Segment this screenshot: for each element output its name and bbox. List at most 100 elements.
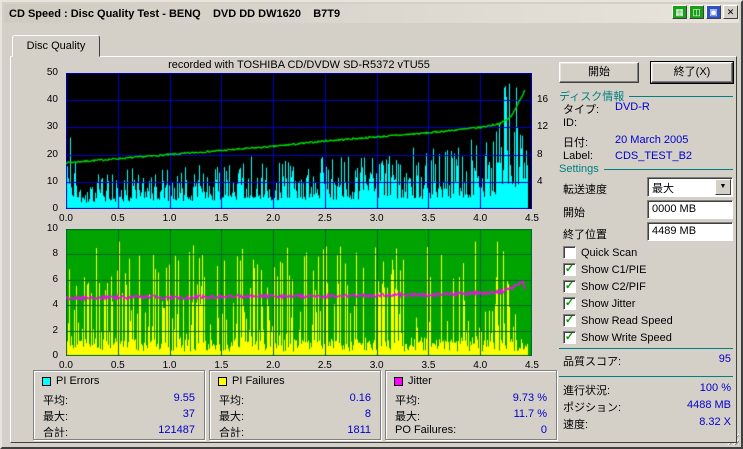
checkbox-show-c1-pie[interactable]: ✓ Show C1/PIE: [563, 263, 646, 276]
checkbox-show-c2-pif[interactable]: ✓ Show C2/PIF: [563, 280, 646, 293]
axis-tick-label: 3.5: [421, 213, 436, 224]
screenshot-icon[interactable]: ▣: [706, 5, 721, 19]
stat-label: 平均:: [43, 395, 69, 407]
quality-score-value: 95: [718, 353, 731, 365]
axis-tick-label: 12: [537, 121, 549, 133]
axis-tick-label: 1.0: [162, 213, 177, 224]
tab-disc-quality[interactable]: Disc Quality: [12, 35, 100, 57]
disc-id-label: ID:: [563, 117, 578, 129]
app-window: CD Speed : Disc Quality Test - BENQ DVD …: [0, 0, 743, 449]
axis-tick-label: 4.0: [473, 213, 488, 224]
axis-tick-label: 1.5: [214, 360, 229, 371]
pi-errors-color-swatch: [42, 376, 51, 386]
chart-icon[interactable]: ▦: [672, 5, 687, 19]
save-icon[interactable]: ◫: [689, 5, 704, 19]
stat-value: 9.73 %: [512, 392, 547, 404]
progress-status-value: 100 %: [699, 382, 731, 394]
title-bar[interactable]: CD Speed : Disc Quality Test - BENQ DVD …: [4, 4, 739, 23]
axis-tick-label: 4: [537, 175, 543, 187]
stat-value: 1811: [347, 424, 371, 436]
checkbox-box[interactable]: ✓: [563, 314, 576, 327]
transfer-speed-label: 転送速度: [563, 184, 607, 196]
start-position-field[interactable]: 0000 MB: [647, 200, 733, 219]
chevron-down-icon[interactable]: ▼: [715, 179, 731, 195]
end-position-value: 4489 MB: [652, 225, 697, 237]
pi-failures-stats-box: PI Failures 平均: 0.16 最大: 8 合計: 1811: [209, 370, 381, 440]
axis-tick-label: 4.5: [525, 360, 539, 371]
stat-label: 最大:: [43, 411, 69, 423]
close-button[interactable]: ✕: [723, 5, 738, 19]
stats-box-title: PI Failures: [232, 375, 285, 387]
checkbox-label: Show Write Speed: [581, 331, 672, 344]
start-position-value: 0000 MB: [652, 203, 697, 215]
stat-label: 最大:: [395, 411, 421, 423]
checkbox-quick-scan[interactable]: Quick Scan: [563, 246, 637, 259]
axis-tick-label: 40: [46, 94, 58, 106]
speed-value: 8.32 X: [699, 416, 731, 428]
axis-tick-label: 3.0: [369, 213, 384, 224]
quality-score-row: 品質スコア: 95: [563, 353, 731, 369]
transfer-speed-select[interactable]: 最大 ▼: [647, 177, 733, 197]
checkbox-box[interactable]: [563, 246, 576, 259]
start-position-label: 開始: [563, 207, 585, 219]
disc-date-value: 20 March 2005: [615, 134, 689, 146]
axis-tick-label: 0.0: [59, 213, 73, 224]
stat-label: 合計:: [43, 427, 69, 439]
stat-label: 合計:: [219, 427, 245, 439]
progress-status-label: 進行状況:: [563, 385, 611, 397]
pi-failures-color-swatch: [218, 376, 227, 386]
pi-errors-stats-box: PI Errors 平均: 9.55 最大: 37 合計: 121487: [33, 370, 205, 440]
position-label: ポジション:: [563, 402, 622, 414]
recorded-with-text: recorded with TOSHIBA CD/DVDW SD-R5372 v…: [168, 59, 430, 71]
axis-tick-label: 20: [46, 148, 58, 160]
pi-failures-chart: [66, 229, 532, 356]
checkbox-label: Quick Scan: [581, 246, 638, 259]
stats-box-title: PI Errors: [56, 375, 100, 387]
checkbox-box[interactable]: ✓: [563, 280, 576, 293]
axis-tick-label: 50: [46, 67, 58, 78]
axis-tick-label: 1.5: [214, 213, 229, 224]
stat-value: 0.16: [349, 392, 371, 404]
axis-tick-label: 2: [52, 324, 58, 336]
axis-tick-label: 8: [52, 248, 58, 260]
stat-value: 0: [540, 424, 547, 436]
stat-value: 9.55: [173, 392, 195, 404]
position-row: ポジション: 4488 MB: [563, 399, 731, 415]
checkbox-label: Show C1/PIE: [581, 263, 647, 276]
speed-label: 速度:: [563, 419, 589, 431]
axis-tick-label: 3.0: [369, 360, 384, 371]
checkbox-label: Show C2/PIF: [581, 280, 646, 293]
stats-box-title: Jitter: [408, 375, 432, 387]
separator: [559, 376, 733, 377]
disc-type-label: タイプ:: [563, 104, 600, 116]
checkbox-label: Show Jitter: [581, 297, 636, 310]
checkbox-show-write-speed[interactable]: ✓ Show Write Speed: [563, 331, 672, 344]
speed-row: 速度: 8.32 X: [563, 416, 731, 432]
exit-button[interactable]: 終了(X): [651, 62, 733, 83]
axis-tick-label: 4.5: [525, 213, 539, 224]
checkbox-box[interactable]: ✓: [563, 297, 576, 310]
progress-status-row: 進行状況: 100 %: [563, 382, 731, 398]
start-button[interactable]: 開始: [559, 62, 639, 83]
quality-score-label: 品質スコア:: [563, 356, 622, 368]
jitter-legend: Jitter: [394, 375, 432, 387]
axis-tick-label: 2.0: [266, 360, 281, 371]
stat-value: 121487: [158, 424, 195, 436]
axis-tick-label: 0.0: [59, 360, 73, 371]
checkbox-show-jitter[interactable]: ✓ Show Jitter: [563, 297, 635, 310]
separator: [559, 348, 733, 349]
stat-label: PO Failures:: [395, 424, 457, 436]
stat-value: 37: [182, 408, 195, 420]
axis-tick-label: 8: [537, 148, 543, 160]
checkbox-box[interactable]: ✓: [563, 331, 576, 344]
axis-tick-label: 16: [537, 94, 549, 106]
disc-label-value: CDS_TEST_B2: [615, 150, 693, 162]
tab-page: recorded with TOSHIBA CD/DVDW SD-R5372 v…: [10, 56, 737, 443]
checkbox-show-read-speed[interactable]: ✓ Show Read Speed: [563, 314, 673, 327]
axis-tick-label: 6: [52, 273, 58, 285]
end-position-field[interactable]: 4489 MB: [647, 222, 733, 241]
axis-tick-label: 0: [52, 350, 58, 361]
stat-value: 11.7 %: [513, 408, 547, 420]
jitter-stats-box: Jitter 平均: 9.73 % 最大: 11.7 % PO Failures: 0: [385, 370, 557, 440]
checkbox-box[interactable]: ✓: [563, 263, 576, 276]
